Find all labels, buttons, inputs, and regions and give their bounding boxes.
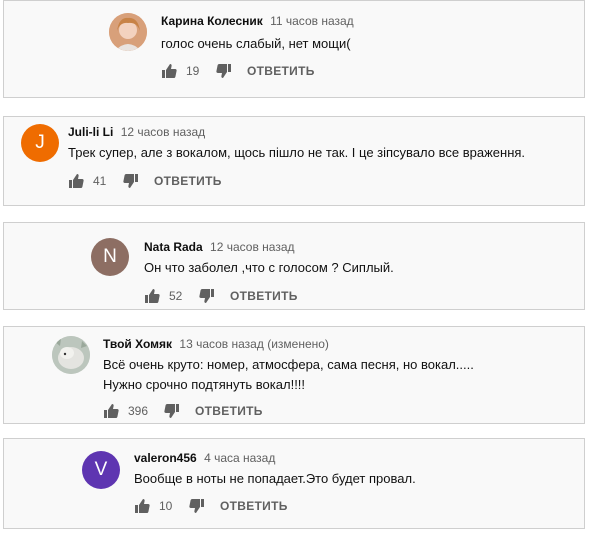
- comment-card: J Juli-li Li 12 часов назад Трек супер, …: [3, 116, 585, 206]
- comment-card: Карина Колесник 11 часов назад голос оче…: [3, 0, 585, 98]
- comment-card: N Nata Rada 12 часов назад Он что заболе…: [3, 222, 585, 310]
- comment-line: Всё очень круто: номер, атмосфера, сама …: [103, 357, 474, 372]
- timestamp[interactable]: 4 часа назад: [204, 451, 275, 465]
- thumb-down-icon[interactable]: [216, 63, 232, 79]
- thumb-down-icon[interactable]: [189, 498, 205, 514]
- user-photo-icon: [109, 13, 147, 51]
- reply-button[interactable]: ОТВЕТИТЬ: [220, 499, 288, 513]
- like-count: 41: [93, 174, 107, 188]
- timestamp[interactable]: 12 часов назад: [210, 240, 294, 254]
- comment-line: голос очень слабый, нет мощи(: [161, 36, 351, 51]
- author-name[interactable]: Карина Колесник: [161, 14, 263, 28]
- author-name[interactable]: valeron456: [134, 451, 197, 465]
- like-count: 10: [159, 499, 173, 513]
- reply-button[interactable]: ОТВЕТИТЬ: [247, 64, 315, 78]
- comment-header: Карина Колесник 11 часов назад: [161, 14, 354, 28]
- author-name[interactable]: Твой Хомяк: [103, 337, 172, 351]
- avatar[interactable]: J: [21, 124, 59, 162]
- author-name[interactable]: Juli-li Li: [68, 125, 113, 139]
- timestamp[interactable]: 13 часов назад (изменено): [179, 337, 329, 351]
- thumb-up-icon[interactable]: [161, 63, 177, 79]
- comment-line: Нужно срочно подтянуть вокал!!!!: [103, 377, 306, 392]
- like-count: 396: [128, 404, 149, 418]
- comment-actions: 19 ОТВЕТИТЬ: [161, 63, 315, 79]
- avatar[interactable]: N: [91, 238, 129, 276]
- like-count: 19: [186, 64, 200, 78]
- comment-header: Твой Хомяк 13 часов назад (изменено): [103, 337, 329, 351]
- thumb-down-icon[interactable]: [164, 403, 180, 419]
- reply-button[interactable]: ОТВЕТИТЬ: [230, 289, 298, 303]
- avatar[interactable]: [109, 13, 147, 51]
- comment-actions: 396 ОТВЕТИТЬ: [103, 403, 263, 419]
- comment-text: Трек супер, але з вокалом, щось пішло не…: [68, 143, 525, 163]
- thumb-up-icon[interactable]: [134, 498, 150, 514]
- comment-actions: 52 ОТВЕТИТЬ: [144, 288, 298, 304]
- comment-actions: 10 ОТВЕТИТЬ: [134, 498, 288, 514]
- comment-text: Вообще в ноты не попадает.Это будет пров…: [134, 469, 416, 489]
- thumb-up-icon[interactable]: [68, 173, 84, 189]
- thumb-down-icon[interactable]: [123, 173, 139, 189]
- author-name[interactable]: Nata Rada: [144, 240, 203, 254]
- like-count: 52: [169, 289, 183, 303]
- comment-actions: 41 ОТВЕТИТЬ: [68, 173, 222, 189]
- thumb-down-icon[interactable]: [199, 288, 215, 304]
- thumb-up-icon[interactable]: [144, 288, 160, 304]
- avatar[interactable]: V: [82, 451, 120, 489]
- comment-header: Nata Rada 12 часов назад: [144, 240, 295, 254]
- comment-line: Трек супер, але з вокалом, щось пішло не…: [68, 145, 526, 160]
- comment-text: Всё очень круто: номер, атмосфера, сама …: [103, 355, 474, 395]
- thumb-up-icon[interactable]: [103, 403, 119, 419]
- comment-text: Он что заболел ,что с голосом ? Сиплый.: [144, 258, 394, 278]
- timestamp[interactable]: 11 часов назад: [270, 14, 354, 28]
- comment-card: Твой Хомяк 13 часов назад (изменено) Всё…: [3, 326, 585, 424]
- comment-text: голос очень слабый, нет мощи(: [161, 34, 351, 54]
- comment-header: valeron456 4 часа назад: [134, 451, 275, 465]
- comment-card: V valeron456 4 часа назад Вообще в ноты …: [3, 438, 585, 529]
- reply-button[interactable]: ОТВЕТИТЬ: [195, 404, 263, 418]
- reply-button[interactable]: ОТВЕТИТЬ: [154, 174, 222, 188]
- hamster-photo-icon: [52, 336, 90, 374]
- comment-header: Juli-li Li 12 часов назад: [68, 125, 205, 139]
- comment-line: Вообще в ноты не попадает.Это будет пров…: [134, 471, 416, 486]
- timestamp[interactable]: 12 часов назад: [121, 125, 205, 139]
- comment-line: Он что заболел ,что с голосом ? Сиплый.: [144, 260, 394, 275]
- avatar[interactable]: [52, 336, 90, 374]
